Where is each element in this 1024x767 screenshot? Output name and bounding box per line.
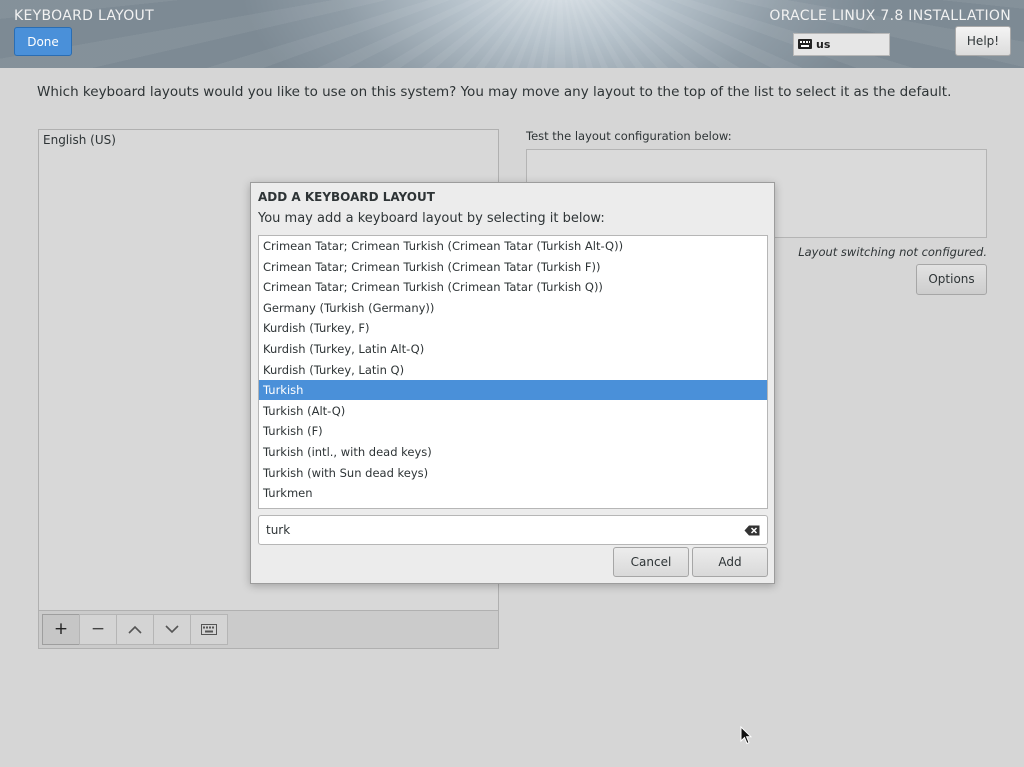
layout-search-input[interactable]: turk (258, 515, 768, 545)
search-value: turk (266, 523, 291, 537)
layout-option[interactable]: Turkish (F) (259, 421, 767, 441)
dialog-subtitle: You may add a keyboard layout by selecti… (258, 211, 605, 226)
help-button[interactable]: Help! (955, 26, 1011, 56)
layout-option[interactable]: Turkish (Alt-Q) (259, 401, 767, 421)
layout-switching-note: Layout switching not configured. (798, 245, 987, 259)
layout-option[interactable]: Turkmen (Alt-Q) (259, 504, 767, 508)
layout-option[interactable]: Crimean Tatar; Crimean Turkish (Crimean … (259, 277, 767, 297)
product-title: ORACLE LINUX 7.8 INSTALLATION (769, 8, 1011, 24)
layout-option[interactable]: Kurdish (Turkey, Latin Q) (259, 360, 767, 380)
available-layouts-list[interactable]: Crimean Tatar; Crimean Turkish (Crimean … (258, 235, 768, 509)
keyboard-icon (201, 624, 217, 635)
add-button[interactable]: Add (692, 547, 768, 577)
layout-option[interactable]: Turkish (259, 380, 767, 401)
layout-question: Which keyboard layouts would you like to… (37, 84, 952, 100)
add-keyboard-layout-dialog: ADD A KEYBOARD LAYOUT You may add a keyb… (250, 182, 775, 584)
layout-option[interactable]: Turkmen (259, 483, 767, 503)
layout-option[interactable]: Turkish (intl., with dead keys) (259, 442, 767, 462)
layout-list-item[interactable]: English (US) (43, 133, 116, 147)
layout-option[interactable]: Kurdish (Turkey, F) (259, 318, 767, 338)
options-button[interactable]: Options (916, 264, 987, 295)
chevron-down-icon (165, 625, 179, 634)
keyboard-layout-indicator[interactable]: us (793, 33, 890, 56)
done-button[interactable]: Done (14, 27, 72, 56)
move-down-button[interactable] (153, 614, 191, 645)
layout-toolbar: + − (38, 611, 499, 649)
move-up-button[interactable] (116, 614, 154, 645)
preview-layout-button[interactable] (190, 614, 228, 645)
layout-option[interactable]: Turkish (with Sun dead keys) (259, 463, 767, 483)
remove-layout-button[interactable]: − (79, 614, 117, 645)
add-layout-button[interactable]: + (42, 614, 80, 645)
cancel-button[interactable]: Cancel (613, 547, 689, 577)
chevron-up-icon (128, 625, 142, 634)
dialog-title: ADD A KEYBOARD LAYOUT (258, 190, 435, 204)
keyboard-layout-code: us (816, 38, 831, 51)
clear-search-icon[interactable] (744, 525, 760, 536)
header-bar: KEYBOARD LAYOUT ORACLE LINUX 7.8 INSTALL… (0, 0, 1024, 68)
keyboard-icon (798, 39, 812, 49)
test-layout-label: Test the layout configuration below: (526, 129, 732, 143)
mouse-cursor-icon (740, 726, 752, 745)
page-title: KEYBOARD LAYOUT (14, 8, 154, 24)
layout-option[interactable]: Crimean Tatar; Crimean Turkish (Crimean … (259, 257, 767, 277)
layout-option[interactable]: Crimean Tatar; Crimean Turkish (Crimean … (259, 236, 767, 256)
layout-option[interactable]: Germany (Turkish (Germany)) (259, 298, 767, 318)
layout-option[interactable]: Kurdish (Turkey, Latin Alt-Q) (259, 339, 767, 359)
